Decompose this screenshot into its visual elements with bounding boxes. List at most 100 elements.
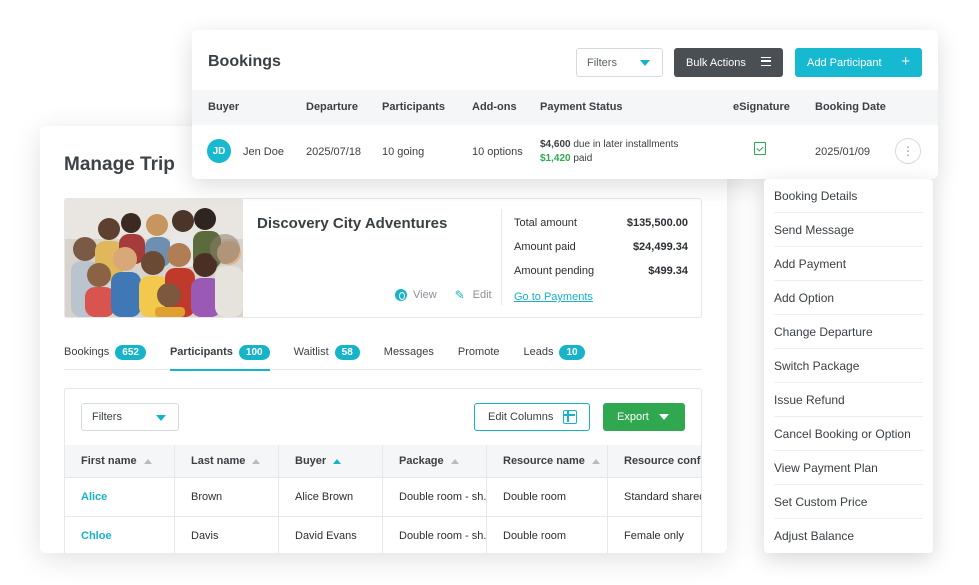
divider xyxy=(501,209,502,305)
tab-label: Participants xyxy=(169,346,233,358)
buyer-cell: David Evans xyxy=(279,517,383,553)
trip-tabs: Bookings 652 Participants 100 Waitlist 5… xyxy=(64,334,702,371)
view-trip-link[interactable]: View xyxy=(395,289,437,301)
participant-link[interactable]: Alice xyxy=(81,491,107,503)
column-header-last-name[interactable]: Last name xyxy=(175,445,279,477)
column-header-first-name[interactable]: First name xyxy=(65,445,175,477)
go-to-payments-link[interactable]: Go to Payments xyxy=(514,291,593,303)
trip-summary-card: Discovery City Adventures View ✎ Edit To… xyxy=(64,198,702,318)
participant-link[interactable]: Chloe xyxy=(81,530,112,542)
menu-item-booking-details[interactable]: Booking Details xyxy=(774,179,923,213)
export-button[interactable]: Export xyxy=(603,403,685,431)
more-actions-button[interactable]: ⋮ xyxy=(895,138,921,164)
edit-columns-label: Edit Columns xyxy=(488,411,554,423)
edit-columns-button[interactable]: Edit Columns xyxy=(474,403,590,431)
menu-item-add-payment[interactable]: Add Payment xyxy=(774,247,923,281)
sort-icon xyxy=(450,458,459,464)
filters-dropdown[interactable]: Filters xyxy=(576,48,663,77)
chevron-down-icon xyxy=(659,414,669,420)
resource-name-cell: Double room xyxy=(487,517,608,553)
tab-participants[interactable]: Participants 100 xyxy=(169,334,270,371)
tab-bookings[interactable]: Bookings 652 xyxy=(64,334,146,370)
booking-actions-menu: Booking Details Send Message Add Payment… xyxy=(764,179,933,553)
amount-label: Amount pending xyxy=(514,265,595,277)
amount-label: Amount paid xyxy=(514,241,576,253)
column-header-booking-date: Booking Date xyxy=(815,101,886,113)
tab-waitlist[interactable]: Waitlist 58 xyxy=(294,334,360,370)
amounts-summary: Total amount $135,500.00 Amount paid $24… xyxy=(514,211,688,283)
first-name-cell[interactable]: Alice xyxy=(65,478,175,516)
count-badge: 58 xyxy=(334,344,360,360)
tab-leads[interactable]: Leads 10 xyxy=(524,334,585,370)
menu-item-issue-refund[interactable]: Issue Refund xyxy=(774,383,923,417)
sort-icon xyxy=(591,458,600,464)
column-header-resource-config[interactable]: Resource config xyxy=(608,445,702,477)
participants-table-card: Filters Edit Columns Export First name L… xyxy=(64,388,702,553)
menu-item-adjust-balance[interactable]: Adjust Balance xyxy=(774,519,923,553)
menu-item-set-custom-price[interactable]: Set Custom Price xyxy=(774,485,923,519)
menu-item-cancel-booking[interactable]: Cancel Booking or Option xyxy=(774,417,923,451)
pencil-icon: ✎ xyxy=(454,288,465,302)
filters-dropdown[interactable]: Filters xyxy=(81,403,179,431)
payment-due-line: $4,600 due in later installments xyxy=(540,139,678,150)
bulk-actions-label: Bulk Actions xyxy=(686,56,746,69)
count-badge: 100 xyxy=(238,344,270,360)
addons-count: 10 options xyxy=(472,146,523,158)
bookings-panel: Bookings Filters Bulk Actions Add Partic… xyxy=(192,30,938,179)
resource-config-cell: Female only xyxy=(624,530,684,542)
amount-pending-row: Amount pending $499.34 xyxy=(514,259,688,283)
manage-trip-panel: Manage Trip Discovery City Adventures Vi… xyxy=(40,126,727,553)
column-label: Resource name xyxy=(503,455,585,467)
menu-item-view-payment-plan[interactable]: View Payment Plan xyxy=(774,451,923,485)
sort-icon xyxy=(143,458,152,464)
menu-item-change-departure[interactable]: Change Departure xyxy=(774,315,923,349)
column-header-payment-status: Payment Status xyxy=(540,101,623,113)
columns-icon xyxy=(563,410,578,424)
amount-value: $499.34 xyxy=(648,265,688,277)
edit-label: Edit xyxy=(472,289,492,301)
tab-messages[interactable]: Messages xyxy=(384,334,434,370)
column-header-package[interactable]: Package xyxy=(383,445,487,477)
column-header-resource-name[interactable]: Resource name xyxy=(487,445,608,477)
count-badge: 652 xyxy=(115,344,146,360)
chevron-down-icon xyxy=(640,60,650,66)
menu-item-send-message[interactable]: Send Message xyxy=(774,213,923,247)
column-label: Resource config xyxy=(624,455,702,467)
booking-row[interactable]: JD Jen Doe 2025/07/18 10 going 10 option… xyxy=(192,125,938,179)
booking-date: 2025/01/09 xyxy=(815,146,871,158)
column-label: Package xyxy=(399,455,444,467)
tab-promote[interactable]: Promote xyxy=(458,334,500,370)
filters-label: Filters xyxy=(587,56,617,69)
filters-label: Filters xyxy=(92,411,122,423)
trip-photo xyxy=(65,199,243,317)
tab-label: Promote xyxy=(457,346,500,358)
first-name-cell[interactable]: Chloe xyxy=(65,517,175,553)
trip-name: Discovery City Adventures xyxy=(257,215,448,232)
column-header-buyer: Buyer xyxy=(208,101,240,113)
tab-label: Messages xyxy=(383,346,434,358)
payment-paid-line: $1,420 paid xyxy=(540,153,592,164)
resource-name-cell: Double room xyxy=(487,478,608,516)
sort-ascending-icon xyxy=(333,458,342,464)
column-header-buyer[interactable]: Buyer xyxy=(279,445,383,477)
add-participant-button[interactable]: Add Participant + xyxy=(795,48,922,77)
edit-trip-link[interactable]: ✎ Edit xyxy=(455,289,492,301)
column-label: Last name xyxy=(191,455,246,467)
esignature-signed-icon xyxy=(754,142,766,155)
menu-icon xyxy=(761,57,771,66)
bookings-table-header: Buyer Departure Participants Add-ons Pay… xyxy=(192,90,938,125)
last-name-cell: Davis xyxy=(175,517,279,553)
bulk-actions-button[interactable]: Bulk Actions xyxy=(674,48,783,77)
column-header-participants: Participants xyxy=(382,101,445,113)
table-header: First name Last name Buyer Package Resou… xyxy=(65,445,702,477)
participants-count: 10 going xyxy=(382,146,425,158)
paid-text: paid xyxy=(573,153,593,164)
count-badge: 10 xyxy=(559,344,585,360)
due-amount: $4,600 xyxy=(540,139,571,150)
total-amount-row: Total amount $135,500.00 xyxy=(514,211,688,235)
globe-icon xyxy=(395,289,407,301)
bookings-title: Bookings xyxy=(208,53,281,70)
menu-item-switch-package[interactable]: Switch Package xyxy=(774,349,923,383)
export-label: Export xyxy=(617,411,649,423)
menu-item-add-option[interactable]: Add Option xyxy=(774,281,923,315)
